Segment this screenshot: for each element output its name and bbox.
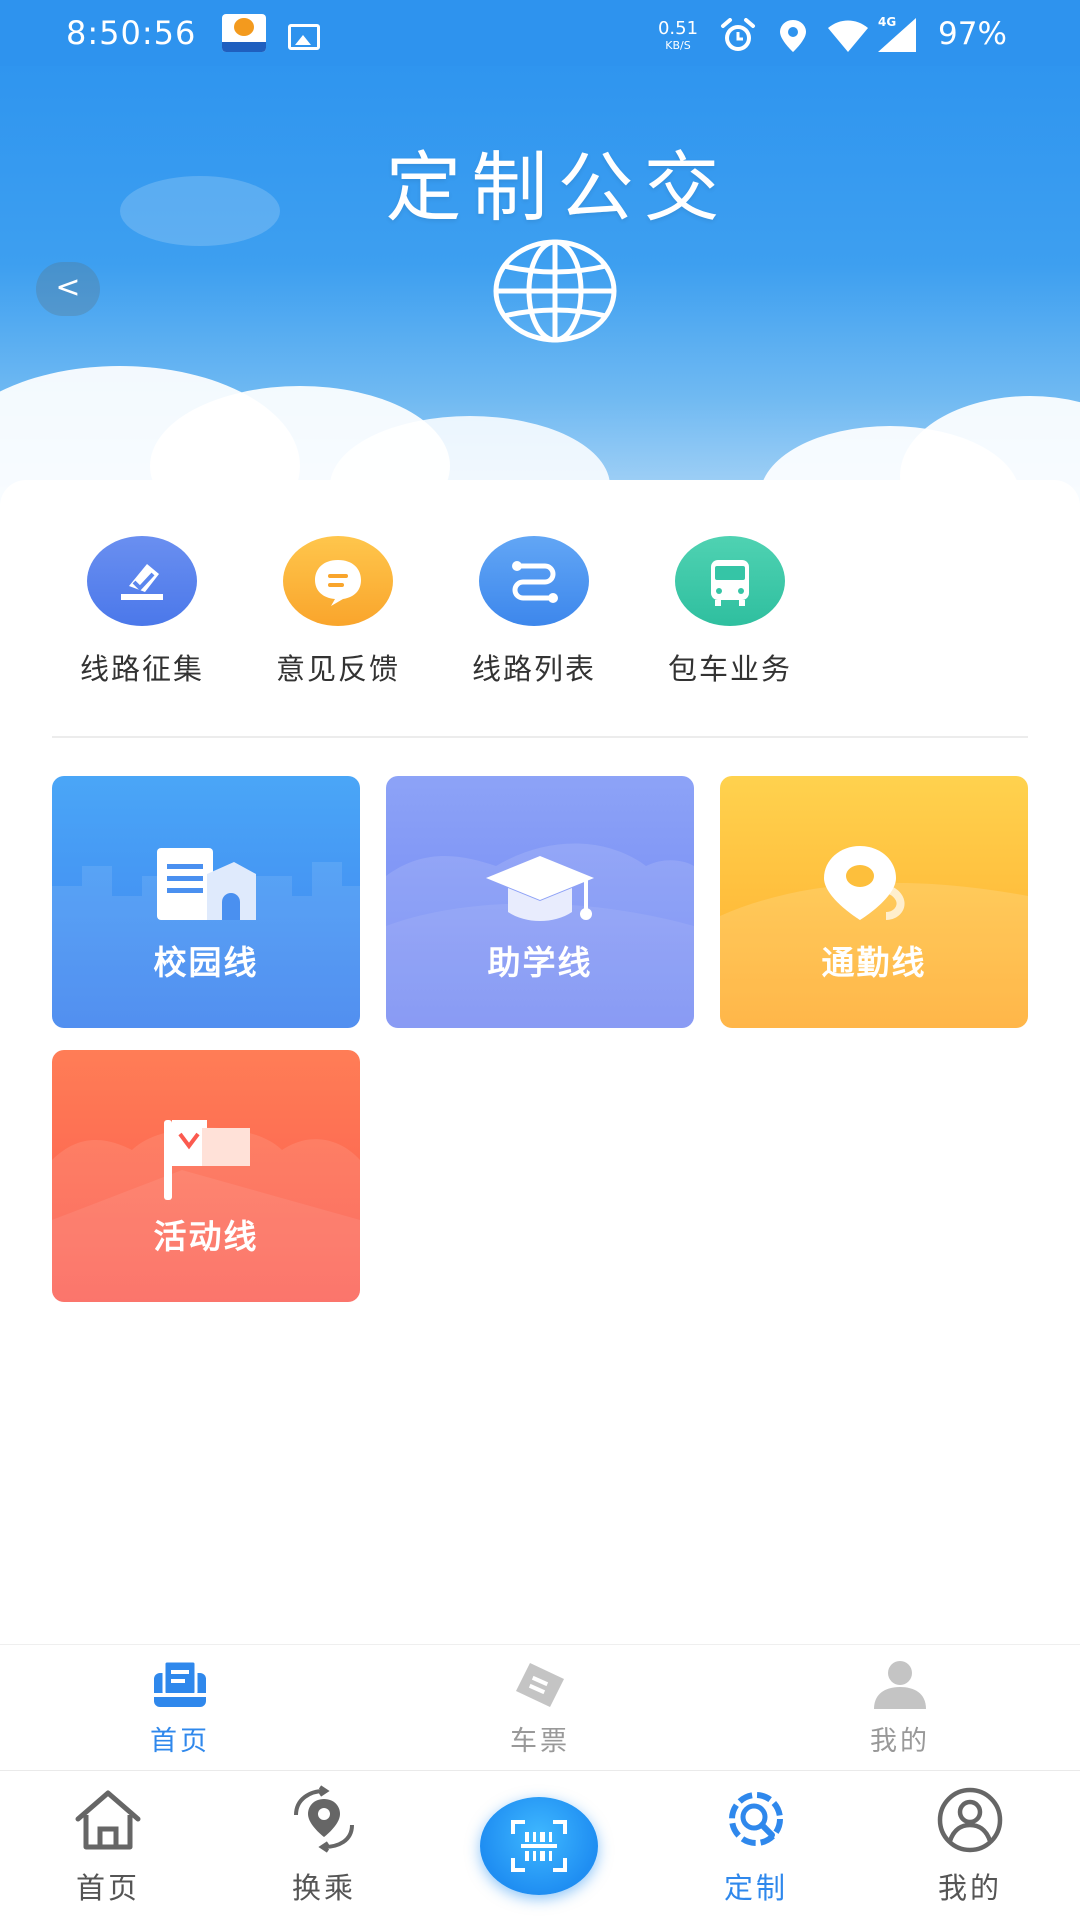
feedback-icon (283, 536, 393, 626)
tile-label: 助学线 (487, 943, 593, 982)
status-time: 8:50:56 (66, 14, 197, 52)
location-pin-icon (720, 846, 1028, 1028)
quick-actions: 线路征集 意见反馈 线路列表 包车业务 (52, 536, 832, 696)
profile-icon (937, 1787, 1003, 1853)
scan-icon (511, 1820, 567, 1872)
nav-custom[interactable]: 定制 (676, 1771, 836, 1920)
status-bar: 8:50:56 0.51 KB/S 4G 97% (0, 0, 1080, 66)
tile-event-line[interactable]: 活动线 (52, 1050, 360, 1302)
tile-campus-line[interactable]: 校园线 (52, 776, 360, 1028)
network-speed-value: 0.51 (657, 18, 699, 39)
nav-profile[interactable]: 我的 (890, 1771, 1050, 1920)
quick-action-label: 线路征集 (79, 652, 204, 686)
image-icon (288, 24, 320, 50)
nav-label: 定制 (723, 1871, 788, 1905)
user-icon (874, 1661, 926, 1709)
tile-label: 通勤线 (821, 943, 927, 982)
tile-label: 校园线 (153, 943, 259, 982)
tab-tickets[interactable]: 车票 (440, 1645, 640, 1771)
ticket-icon (516, 1663, 564, 1707)
quick-action-label: 包车业务 (667, 652, 792, 686)
tab-home[interactable]: 首页 (80, 1645, 280, 1771)
scan-button[interactable] (480, 1797, 598, 1895)
signal-icon: 4G (874, 14, 928, 58)
globe-icon (493, 239, 617, 343)
graduation-cap-icon (386, 843, 694, 1028)
battery-level: 97% (938, 16, 1007, 52)
nav-label: 我的 (937, 1871, 1002, 1905)
bus-icon (675, 536, 785, 626)
home-list-icon (154, 1659, 206, 1707)
quick-action-label: 线路列表 (471, 652, 596, 686)
tile-label: 活动线 (153, 1217, 259, 1256)
nav-home[interactable]: 首页 (28, 1771, 188, 1920)
tab-mine[interactable]: 我的 (800, 1645, 1000, 1771)
nav-transfer[interactable]: 换乘 (244, 1771, 404, 1920)
inner-tab-bar: 首页 车票 我的 (0, 1644, 1080, 1770)
location-icon (776, 18, 810, 58)
nav-label: 换乘 (291, 1871, 356, 1905)
network-type: 4G (878, 15, 896, 29)
transfer-icon (294, 1785, 354, 1853)
nav-label: 首页 (75, 1871, 140, 1905)
tab-label: 我的 (870, 1726, 930, 1757)
quick-action-label: 意见反馈 (275, 652, 400, 686)
banner-prev-button[interactable]: < (36, 262, 100, 316)
alarm-icon (718, 18, 758, 58)
tile-commute-line[interactable]: 通勤线 (720, 776, 1028, 1028)
wifi-icon (826, 18, 870, 58)
tab-label: 首页 (150, 1726, 210, 1757)
tile-study-aid-line[interactable]: 助学线 (386, 776, 694, 1028)
collect-icon (87, 536, 197, 626)
flag-icon (52, 1120, 360, 1302)
custom-icon (729, 1792, 783, 1846)
school-building-icon (52, 848, 360, 1028)
route-icon (479, 536, 589, 626)
banner-title: 定制公交 (385, 143, 730, 232)
home-icon (75, 1790, 141, 1850)
banner[interactable]: 定制公交 < (0, 66, 1080, 506)
bottom-navigation: 首页 换乘 定制 我的 (0, 1770, 1080, 1920)
app-notification-icon (222, 14, 266, 52)
divider (52, 736, 1028, 738)
network-speed: 0.51 KB/S (656, 18, 700, 52)
content-panel: 线路征集 意见反馈 线路列表 包车业务 校园线 助学线 通勤线 活动线 (0, 480, 1080, 1644)
network-speed-unit: KB/S (665, 39, 691, 52)
tab-label: 车票 (510, 1726, 570, 1757)
